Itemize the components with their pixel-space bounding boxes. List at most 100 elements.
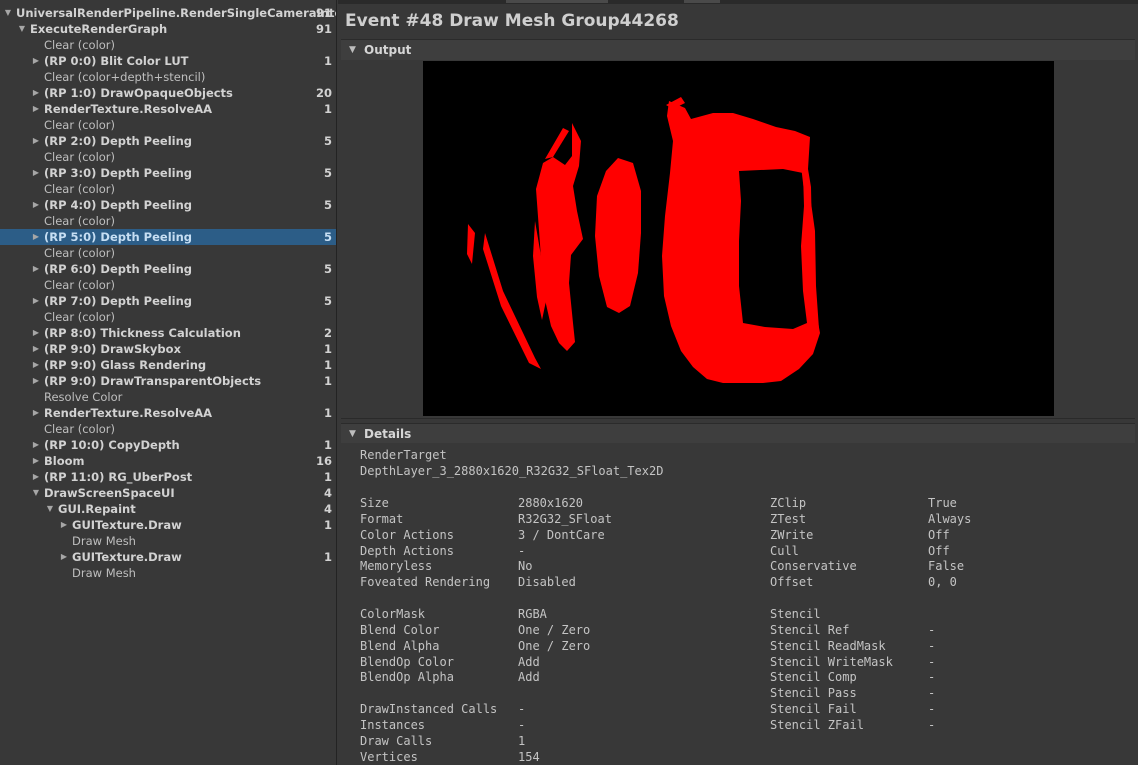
property-key: Stencil Comp (770, 670, 857, 685)
tree-row[interactable]: Clear (color) (0, 213, 336, 229)
tree-row-label: Clear (color) (44, 118, 116, 132)
property-key: ZWrite (770, 527, 814, 542)
property-key: Cull (770, 543, 799, 558)
toolbar-dropdown[interactable] (506, 0, 608, 3)
property-key: Stencil Pass (770, 686, 857, 701)
collapse-arrow-icon[interactable]: ▼ (349, 424, 356, 444)
tree-row[interactable]: ▶ (RP 9:0) DrawTransparentObjects 1 (0, 373, 336, 389)
expand-down-icon[interactable]: ▼ (45, 501, 55, 517)
property-value: - (928, 702, 936, 717)
tree-row[interactable]: ▶ (RP 8:0) Thickness Calculation 2 (0, 325, 336, 341)
expand-right-icon[interactable]: ▶ (31, 405, 41, 421)
expand-right-icon[interactable]: ▶ (31, 85, 41, 101)
tree-row[interactable]: ▶ (RP 7:0) Depth Peeling 5 (0, 293, 336, 309)
expand-right-icon[interactable]: ▶ (59, 517, 69, 533)
tree-row[interactable]: Clear (color) (0, 37, 336, 53)
tree-row[interactable]: ▶ (RP 4:0) Depth Peeling 5 (0, 197, 336, 213)
expand-right-icon[interactable]: ▶ (31, 101, 41, 117)
expand-right-icon[interactable]: ▶ (31, 437, 41, 453)
tree-row[interactable]: ▶ RenderTexture.ResolveAA 1 (0, 101, 336, 117)
expand-right-icon[interactable]: ▶ (31, 357, 41, 373)
property-key: Stencil (770, 606, 821, 621)
tree-row[interactable]: ▼ UniversalRenderPipeline.RenderSingleCam… (0, 5, 336, 21)
tree-row[interactable]: Clear (color) (0, 117, 336, 133)
tree-row[interactable]: Clear (color) (0, 149, 336, 165)
details-section-header[interactable]: ▼ Details (341, 423, 1135, 445)
tree-row[interactable]: Resolve Color (0, 389, 336, 405)
tree-row[interactable]: ▶ GUITexture.Draw 1 (0, 517, 336, 533)
tree-row[interactable]: ▶ (RP 10:0) CopyDepth 1 (0, 437, 336, 453)
tree-row-label: (RP 3:0) Depth Peeling (44, 166, 193, 180)
render-target-value: DepthLayer_3_2880x1620_R32G32_SFloat_Tex… (360, 464, 664, 478)
expand-right-icon[interactable]: ▶ (31, 197, 41, 213)
tree-row-label: (RP 2:0) Depth Peeling (44, 134, 193, 148)
tree-row[interactable]: Clear (color) (0, 245, 336, 261)
tree-row[interactable]: ▶ (RP 2:0) Depth Peeling 5 (0, 133, 336, 149)
tree-row-count: 20 (315, 86, 332, 100)
expand-right-icon[interactable]: ▶ (31, 293, 41, 309)
output-section-header[interactable]: ▼ Output (341, 39, 1135, 61)
property-key: Stencil WriteMask (770, 654, 893, 669)
expand-right-icon[interactable]: ▶ (31, 165, 41, 181)
property-key: Vertices (360, 749, 418, 764)
tree-row[interactable]: ▶ (RP 11:0) RG_UberPost 1 (0, 469, 336, 485)
tree-row[interactable]: ▶ (RP 5:0) Depth Peeling 5 (0, 229, 336, 245)
tree-row[interactable]: ▶ Bloom 16 (0, 453, 336, 469)
expand-right-icon[interactable]: ▶ (31, 469, 41, 485)
tree-row[interactable]: ▶ (RP 9:0) DrawSkybox 1 (0, 341, 336, 357)
expand-right-icon[interactable]: ▶ (31, 53, 41, 69)
property-key: Format (360, 511, 404, 526)
expand-right-icon[interactable]: ▶ (31, 341, 41, 357)
expand-down-icon[interactable]: ▼ (31, 485, 41, 501)
tree-row-count: 1 (323, 406, 332, 420)
tree-row-label: (RP 9:0) DrawSkybox (44, 342, 181, 356)
tree-row[interactable]: Clear (color+depth+stencil) (0, 69, 336, 85)
property-key: Stencil ZFail (770, 717, 864, 732)
tree-row[interactable]: ▶ (RP 6:0) Depth Peeling 5 (0, 261, 336, 277)
tree-row[interactable]: Draw Mesh (0, 565, 336, 581)
tree-row-count: 1 (323, 550, 332, 564)
tree-row[interactable]: ▼ DrawScreenSpaceUI 4 (0, 485, 336, 501)
tree-row[interactable]: Draw Mesh (0, 533, 336, 549)
tree-row-label: Clear (color) (44, 278, 116, 292)
expand-right-icon[interactable]: ▶ (59, 549, 69, 565)
tree-row[interactable]: ▶ GUITexture.Draw 1 (0, 549, 336, 565)
tree-row[interactable]: Clear (color) (0, 277, 336, 293)
render-target-label: RenderTarget (360, 448, 447, 462)
property-key: Blend Color (360, 622, 440, 637)
tree-row-count: 1 (323, 438, 332, 452)
expand-right-icon[interactable]: ▶ (31, 133, 41, 149)
tree-row[interactable]: Clear (color) (0, 309, 336, 325)
tree-row-label: GUITexture.Draw (72, 550, 182, 564)
property-key: Color Actions (360, 527, 454, 542)
property-value: False (928, 559, 965, 574)
tree-row-label: Clear (color) (44, 150, 116, 164)
property-key: Instances (360, 717, 426, 732)
tree-row[interactable]: ▶ RenderTexture.ResolveAA 1 (0, 405, 336, 421)
render-target-image (423, 61, 1054, 416)
tree-row-label: Clear (color) (44, 38, 116, 52)
property-key: Blend Alpha (360, 638, 440, 653)
tree-row[interactable]: Clear (color) (0, 181, 336, 197)
property-key: Offset (770, 575, 814, 590)
expand-right-icon[interactable]: ▶ (31, 229, 41, 245)
tree-row[interactable]: ▶ (RP 9:0) Glass Rendering 1 (0, 357, 336, 373)
toolbar-button[interactable] (684, 0, 720, 3)
expand-right-icon[interactable]: ▶ (31, 453, 41, 469)
expand-down-icon[interactable]: ▼ (3, 5, 13, 21)
tree-row[interactable]: ▶ (RP 3:0) Depth Peeling 5 (0, 165, 336, 181)
tree-row[interactable]: Clear (color) (0, 421, 336, 437)
tree-row[interactable]: ▶ (RP 1:0) DrawOpaqueObjects 20 (0, 85, 336, 101)
render-target-preview[interactable] (423, 61, 1054, 416)
expand-right-icon[interactable]: ▶ (31, 325, 41, 341)
tree-row[interactable]: ▼ GUI.Repaint 4 (0, 501, 336, 517)
tree-row-label: (RP 8:0) Thickness Calculation (44, 326, 241, 340)
tree-row-label: Draw Mesh (72, 534, 136, 548)
tree-row[interactable]: ▼ ExecuteRenderGraph 91 (0, 21, 336, 37)
expand-right-icon[interactable]: ▶ (31, 373, 41, 389)
property-value: - (928, 638, 936, 653)
collapse-arrow-icon[interactable]: ▼ (349, 40, 356, 60)
expand-right-icon[interactable]: ▶ (31, 261, 41, 277)
expand-down-icon[interactable]: ▼ (17, 21, 27, 37)
tree-row[interactable]: ▶ (RP 0:0) Blit Color LUT 1 (0, 53, 336, 69)
